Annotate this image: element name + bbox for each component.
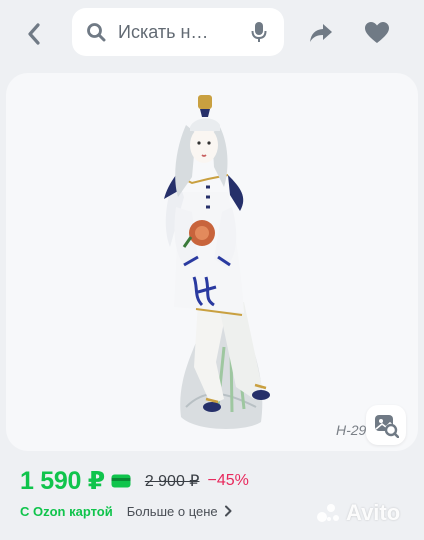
favorite-button[interactable] xyxy=(360,18,394,48)
top-bar: Искать н… xyxy=(0,0,424,66)
heart-icon xyxy=(365,22,389,43)
avito-watermark: Avito xyxy=(316,500,400,526)
image-search-button[interactable] xyxy=(366,405,406,445)
ozon-card-label: С Ozon картой xyxy=(20,503,113,519)
back-button[interactable] xyxy=(18,18,50,50)
share-icon xyxy=(310,24,332,42)
avito-logo xyxy=(317,504,339,522)
product-image-card[interactable]: H-29 xyxy=(6,73,418,451)
product-sku-label: H-29 xyxy=(336,422,367,438)
ozon-card-icon xyxy=(111,474,131,488)
price-row: 1 590 ₽ 2 900 ₽ −45% xyxy=(20,465,249,497)
chevron-right-icon xyxy=(224,505,232,517)
price-subrow: С Ozon картой Больше о цене xyxy=(20,501,232,521)
search-bar[interactable]: Искать н… xyxy=(72,8,284,56)
chevron-left-icon xyxy=(28,23,40,45)
product-photo xyxy=(164,95,270,429)
image-search-icon xyxy=(375,415,399,438)
avito-watermark-text: Avito xyxy=(346,500,401,525)
microphone-icon[interactable] xyxy=(248,21,270,43)
search-input[interactable]: Искать н… xyxy=(118,22,248,43)
share-button[interactable] xyxy=(304,18,338,48)
old-price: 2 900 ₽ xyxy=(144,473,200,490)
more-price-label: Больше о цене xyxy=(126,503,218,519)
search-icon xyxy=(87,23,106,42)
current-price: 1 590 ₽ xyxy=(20,467,105,495)
discount-badge: −45% xyxy=(207,472,249,489)
more-price-link[interactable]: Больше о цене xyxy=(127,504,232,519)
